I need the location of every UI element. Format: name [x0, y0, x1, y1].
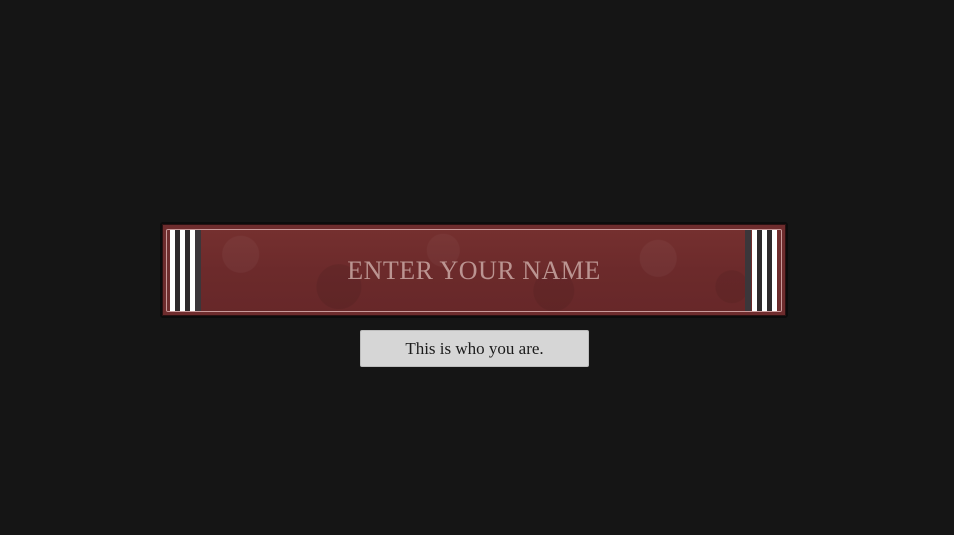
caption-box: This is who you are.: [360, 330, 589, 367]
caption-text: This is who you are.: [405, 338, 544, 358]
left-stripe-decoration: [167, 230, 203, 311]
right-stripe-decoration: [745, 230, 781, 311]
name-field-frame: [166, 229, 782, 312]
name-entry-screen: This is who you are.: [0, 0, 954, 535]
name-input[interactable]: [207, 230, 741, 311]
name-banner: [160, 222, 788, 318]
